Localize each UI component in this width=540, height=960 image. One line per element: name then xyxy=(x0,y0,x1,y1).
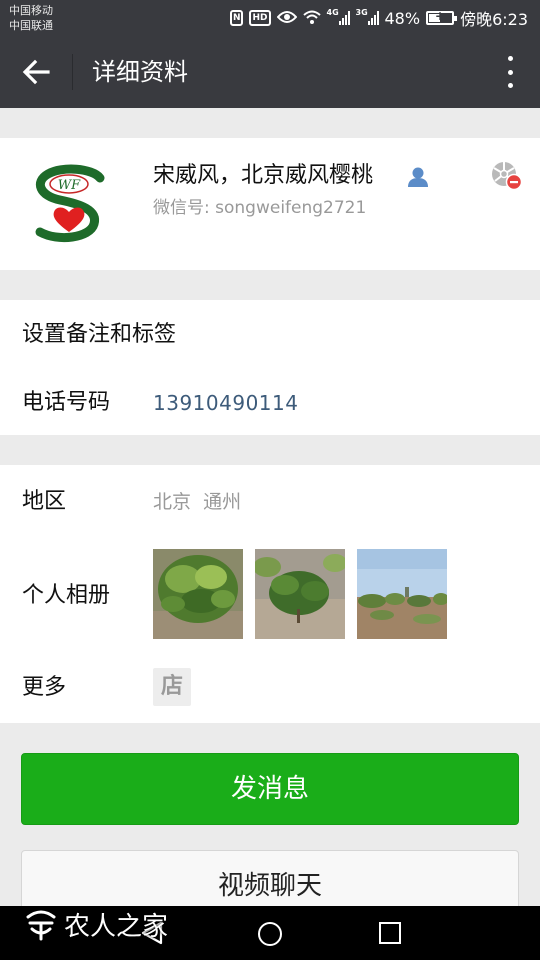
album-label: 个人相册 xyxy=(22,583,111,608)
title-bar: 详细资料 xyxy=(0,36,540,108)
nav-home-button[interactable] xyxy=(258,922,282,946)
phone-label: 电话号码 xyxy=(22,390,111,415)
wifi-icon xyxy=(302,9,321,28)
page-title: 详细资料 xyxy=(92,58,188,86)
nickname: 宋威风，北京威风樱桃 xyxy=(153,163,374,188)
more-label: 更多 xyxy=(22,675,67,700)
wechat-id: 微信号: songweifeng2721 xyxy=(153,198,367,218)
send-message-button[interactable]: 发消息 xyxy=(21,753,519,825)
svg-text:WF: WF xyxy=(58,178,81,193)
status-icons: N HD 4G 3G 48% + 傍晚6:23 xyxy=(229,7,528,29)
region-label: 地区 xyxy=(22,489,67,514)
nav-recents-button[interactable] xyxy=(379,922,401,944)
album-photo-3[interactable] xyxy=(357,549,447,639)
region-value: 北京 通州 xyxy=(153,491,242,513)
moments-blocked-icon[interactable] xyxy=(491,161,523,191)
hd-icon: HD xyxy=(249,10,271,26)
clock: 傍晚6:23 xyxy=(460,10,528,29)
remark-label: 设置备注和标签 xyxy=(22,322,177,347)
contact-person-icon xyxy=(407,166,429,188)
avatar[interactable]: WF xyxy=(22,162,116,246)
watermark-logo-icon xyxy=(26,910,56,941)
more-menu-button[interactable] xyxy=(504,56,516,88)
battery-percent: 48% xyxy=(384,8,421,28)
arrow-left-icon xyxy=(22,59,50,85)
signal-1-icon: 4G xyxy=(327,8,350,25)
watermark-text: 农人之家 xyxy=(64,911,169,942)
region-row: 地区 北京 通州 xyxy=(0,465,540,539)
carrier-labels: 中国移动 中国联通 xyxy=(9,3,53,33)
phone-row[interactable]: 电话号码 13910490114 xyxy=(0,370,540,435)
eye-comfort-icon xyxy=(276,9,297,28)
more-row[interactable]: 更多 xyxy=(0,653,540,723)
status-bar: 中国移动 中国联通 N HD 4G 3G 48% + 傍晚6:23 xyxy=(0,0,540,36)
store-icon[interactable]: 店 xyxy=(153,668,191,706)
info-card: 设置备注和标签 电话号码 13910490114 xyxy=(0,300,540,435)
phone-number-link[interactable]: 13910490114 xyxy=(153,389,298,417)
more-vertical-icon xyxy=(507,56,513,61)
watermark: 农人之家 xyxy=(24,902,168,946)
album-photo-1[interactable] xyxy=(153,549,243,639)
carrier-1: 中国移动 xyxy=(9,4,53,17)
nfc-icon: N xyxy=(229,10,244,26)
album-photo-2[interactable] xyxy=(255,549,345,639)
carrier-2: 中国联通 xyxy=(9,19,53,32)
back-button[interactable] xyxy=(18,56,54,88)
signal-2-icon: 3G xyxy=(356,8,379,25)
title-divider xyxy=(72,54,73,90)
remark-row[interactable]: 设置备注和标签 xyxy=(0,300,540,370)
profile-card: WF 宋威风，北京威风樱桃 微信号: songweifeng2721 xyxy=(0,138,540,270)
battery-icon: + xyxy=(426,9,458,25)
